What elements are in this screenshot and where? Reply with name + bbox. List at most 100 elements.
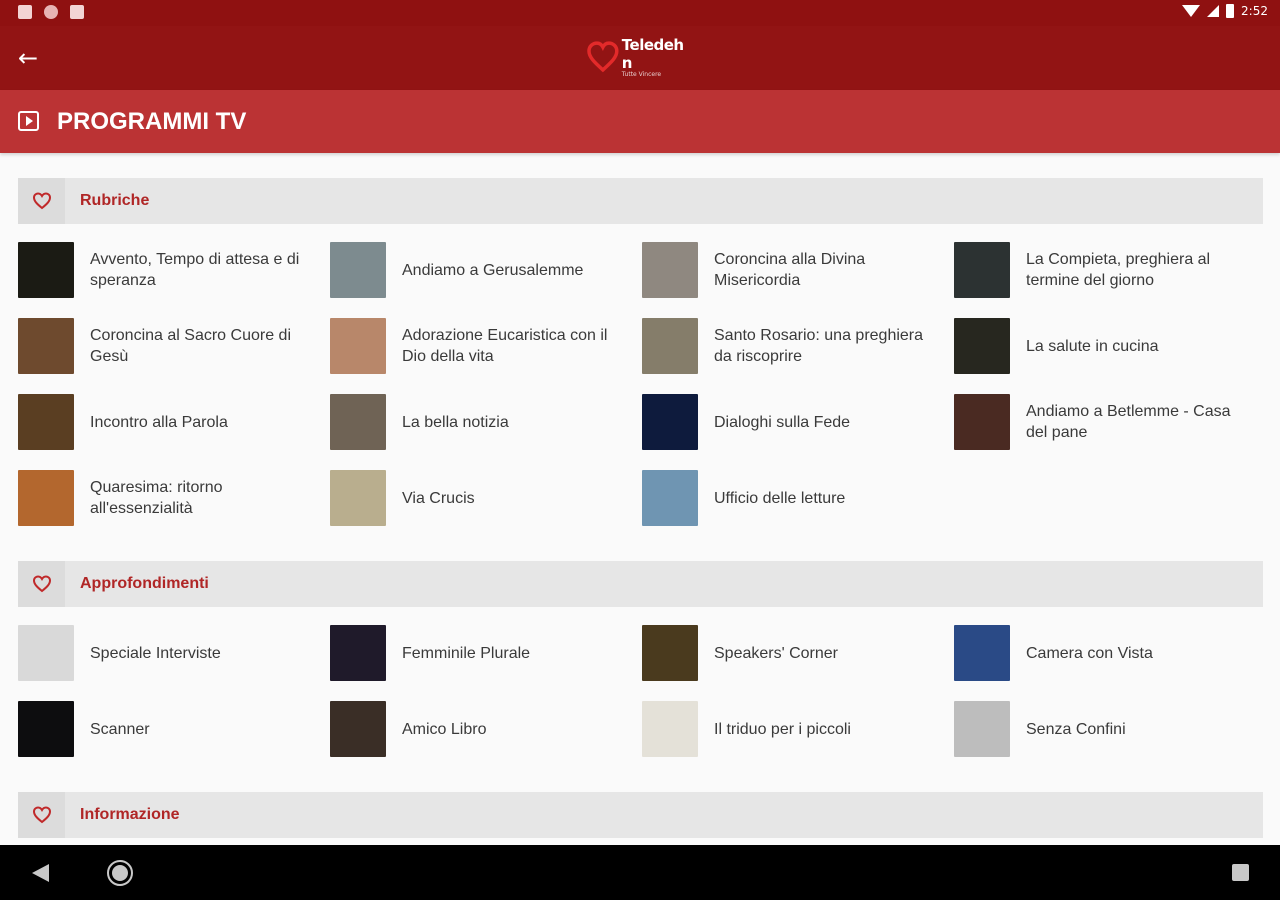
program-thumbnail — [954, 318, 1010, 374]
play-icon — [18, 111, 39, 131]
nav-recents-icon[interactable] — [1232, 864, 1249, 881]
program-item[interactable]: La salute in cucina — [954, 318, 1254, 374]
program-title: Scanner — [90, 720, 150, 738]
program-thumbnail — [18, 625, 74, 681]
program-thumbnail — [642, 470, 698, 526]
program-thumbnail — [18, 701, 74, 757]
program-item[interactable]: Avvento, Tempo di attesa e di speranza — [18, 242, 318, 298]
program-item[interactable]: La Compieta, preghiera al termine del gi… — [954, 242, 1254, 298]
program-thumbnail — [18, 318, 74, 374]
page-header: PROGRAMMI TV — [0, 90, 1280, 153]
navigation-bar — [0, 845, 1280, 900]
section-title: Approfondimenti — [80, 575, 209, 592]
program-thumbnail — [954, 394, 1010, 450]
program-title: Santo Rosario: una preghiera da riscopri… — [714, 327, 924, 365]
program-thumbnail — [330, 701, 386, 757]
program-item[interactable]: Il triduo per i piccoli — [642, 701, 942, 757]
program-item[interactable]: Dialoghi sulla Fede — [642, 394, 942, 450]
section-title: Informazione — [80, 806, 180, 823]
program-thumbnail — [18, 242, 74, 298]
program-title: Senza Confini — [1026, 720, 1126, 738]
program-title: Camera con Vista — [1026, 644, 1153, 662]
program-thumbnail — [642, 242, 698, 298]
program-item[interactable]: Coroncina al Sacro Cuore di Gesù — [18, 318, 318, 374]
program-item[interactable]: Adorazione Eucaristica con il Dio della … — [330, 318, 630, 374]
logo-text: Teledeh n — [621, 36, 684, 72]
program-title: Femminile Plurale — [402, 644, 531, 662]
program-thumbnail — [330, 318, 386, 374]
program-title: Via Crucis — [402, 489, 475, 507]
program-item[interactable]: Senza Confini — [954, 701, 1254, 757]
clock: 2:52 — [1241, 4, 1268, 18]
program-item[interactable]: Femminile Plurale — [330, 625, 630, 681]
program-item[interactable]: Andiamo a Gerusalemme — [330, 242, 630, 298]
program-item[interactable]: Amico Libro — [330, 701, 630, 757]
program-thumbnail — [330, 242, 386, 298]
program-title: La salute in cucina — [1026, 337, 1159, 355]
program-title: La bella notizia — [402, 413, 509, 431]
telethon-logo: Teledeh n Tutte Vincere — [586, 36, 698, 78]
program-title: Coroncina al Sacro Cuore di Gesù — [90, 327, 291, 365]
logo-subtext: Tutte Vincere — [621, 71, 662, 78]
program-item[interactable]: Via Crucis — [330, 470, 630, 526]
program-title: Ufficio delle letture — [714, 489, 846, 507]
program-thumbnail — [330, 625, 386, 681]
program-item[interactable]: Speakers' Corner — [642, 625, 942, 681]
heart-icon — [18, 561, 65, 607]
battery-icon — [1226, 4, 1235, 18]
section-title: Rubriche — [80, 192, 150, 209]
program-thumbnail — [954, 625, 1010, 681]
nav-back-icon[interactable] — [32, 864, 49, 882]
section-header: Approfondimenti — [18, 561, 1263, 607]
program-list[interactable]: Rubriche Avvento, Tempo di attesa e di sp… — [0, 153, 1280, 845]
program-item[interactable]: Speciale Interviste — [18, 625, 318, 681]
program-item[interactable]: Camera con Vista — [954, 625, 1254, 681]
heart-icon — [18, 792, 65, 838]
program-thumbnail — [18, 470, 74, 526]
status-bar: 2:52 — [0, 0, 1280, 26]
program-title: Avvento, Tempo di attesa e di speranza — [90, 251, 300, 289]
program-item[interactable]: Santo Rosario: una preghiera da riscopri… — [642, 318, 942, 374]
program-title: Amico Libro — [402, 720, 487, 738]
program-thumbnail — [330, 470, 386, 526]
program-item[interactable]: Quaresima: ritorno all'essenzialità — [18, 470, 318, 526]
program-title: Coroncina alla Divina Misericordia — [714, 251, 866, 289]
program-title: Adorazione Eucaristica con il Dio della … — [402, 327, 608, 365]
program-thumbnail — [642, 394, 698, 450]
program-title: Speakers' Corner — [714, 644, 838, 662]
program-title: Andiamo a Betlemme - Casa del pane — [1026, 403, 1231, 441]
program-thumbnail — [330, 394, 386, 450]
program-title: Il triduo per i piccoli — [714, 720, 851, 738]
program-thumbnail — [642, 318, 698, 374]
program-thumbnail — [642, 701, 698, 757]
signal-icon — [1207, 5, 1220, 17]
app-bar: ← Teledeh n Tutte Vincere — [0, 26, 1280, 90]
sync-icon — [44, 5, 58, 19]
program-item[interactable]: Coroncina alla Divina Misericordia — [642, 242, 942, 298]
heart-logo-icon — [587, 41, 619, 73]
program-thumbnail — [642, 625, 698, 681]
program-thumbnail — [954, 242, 1010, 298]
nav-home-icon[interactable] — [107, 860, 133, 886]
program-thumbnail — [954, 701, 1010, 757]
notification-icons — [18, 5, 84, 19]
program-item[interactable]: Incontro alla Parola — [18, 394, 318, 450]
system-icons: 2:52 — [1182, 4, 1268, 18]
sd-card-icon — [70, 5, 84, 19]
program-item[interactable]: Scanner — [18, 701, 318, 757]
section-header: Rubriche — [18, 178, 1263, 224]
program-item[interactable]: Ufficio delle letture — [642, 470, 942, 526]
program-item[interactable]: Andiamo a Betlemme - Casa del pane — [954, 394, 1254, 450]
wifi-icon — [1182, 5, 1201, 17]
page-title: PROGRAMMI TV — [57, 108, 247, 135]
program-title: Quaresima: ritorno all'essenzialità — [90, 479, 223, 517]
program-title: Speciale Interviste — [90, 644, 221, 662]
program-item[interactable]: La bella notizia — [330, 394, 630, 450]
back-arrow-icon[interactable]: ← — [14, 44, 42, 72]
program-thumbnail — [18, 394, 74, 450]
program-title: Andiamo a Gerusalemme — [402, 261, 584, 279]
notification-icon — [18, 5, 32, 19]
heart-icon — [18, 178, 65, 224]
section-header: Informazione — [18, 792, 1263, 838]
program-title: Dialoghi sulla Fede — [714, 413, 851, 431]
